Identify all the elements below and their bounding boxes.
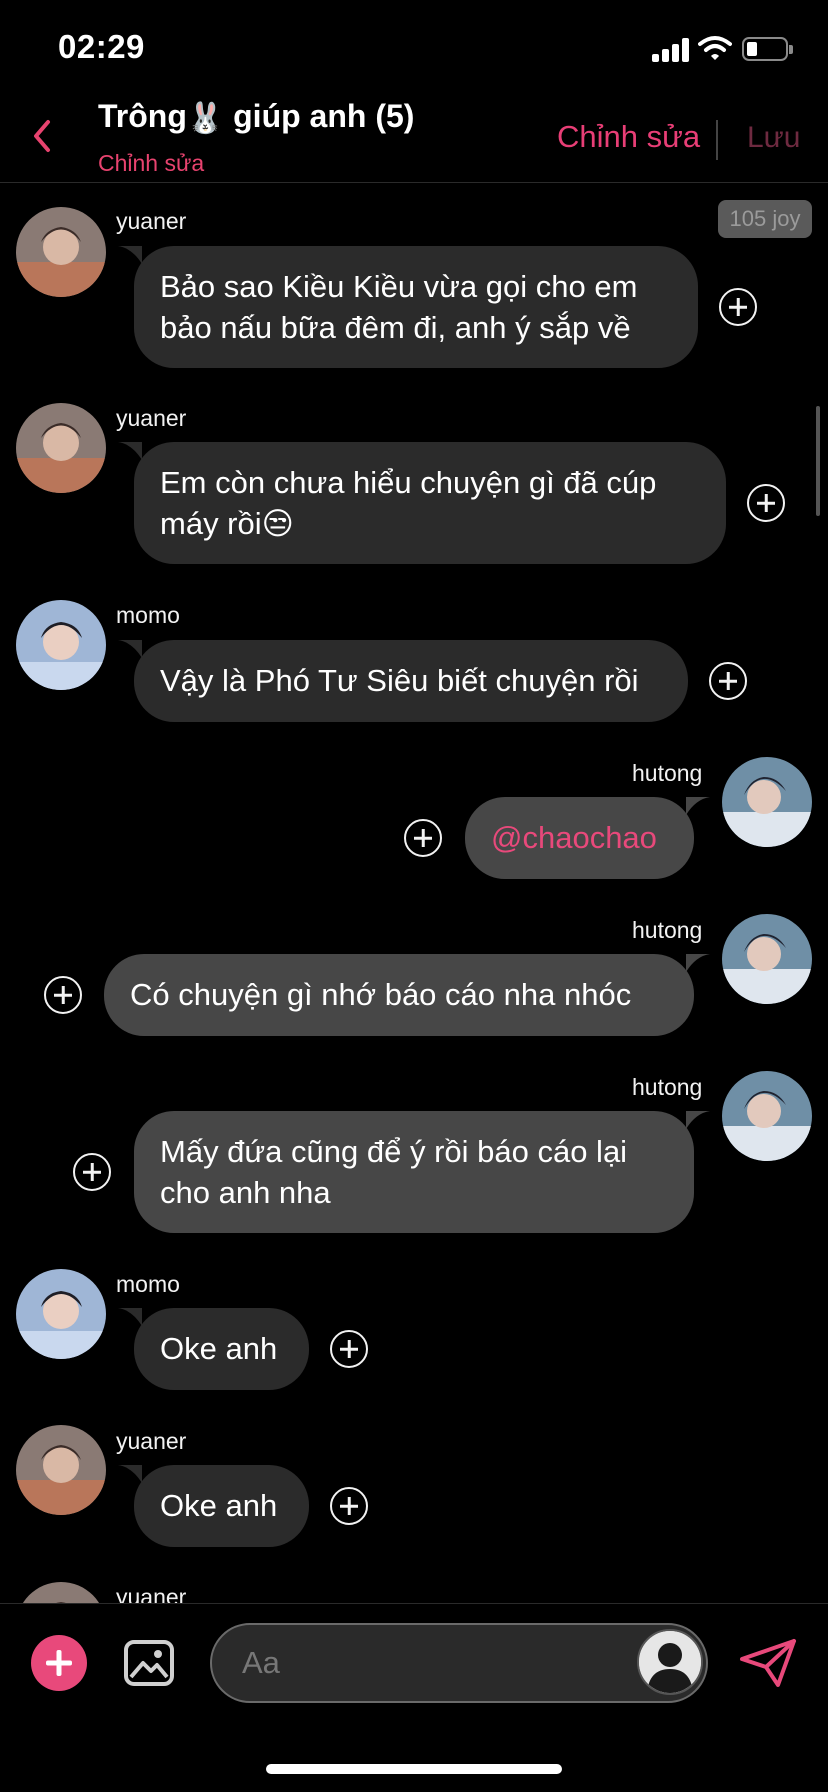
add-reaction-button[interactable] bbox=[747, 484, 785, 522]
battery-icon bbox=[742, 37, 793, 61]
add-reaction-button[interactable] bbox=[330, 1330, 368, 1368]
add-reaction-button[interactable] bbox=[44, 976, 82, 1014]
chat-title: Trông🐰 giúp anh (5) bbox=[98, 98, 414, 136]
header-separator bbox=[0, 182, 828, 183]
send-icon[interactable] bbox=[738, 1637, 798, 1689]
chat-title-suffix: giúp anh (5) bbox=[224, 98, 415, 134]
bubble-tail bbox=[118, 640, 142, 658]
avatar-hutong[interactable] bbox=[722, 914, 812, 1004]
avatar-hutong[interactable] bbox=[722, 1071, 812, 1161]
cellular-signal-icon bbox=[652, 38, 690, 62]
joy-badge: 105 joy bbox=[718, 200, 812, 238]
rabbit-emoji-icon: 🐰 bbox=[186, 102, 225, 136]
back-chevron-icon[interactable] bbox=[30, 116, 54, 156]
bubble-tail bbox=[118, 246, 142, 264]
sender-name: yuaner bbox=[116, 208, 187, 234]
avatar-yuaner[interactable] bbox=[16, 207, 106, 297]
add-reaction-button[interactable] bbox=[330, 1487, 368, 1525]
image-picker-icon[interactable] bbox=[123, 1637, 175, 1689]
sender-name: hutong bbox=[632, 760, 703, 786]
message-bubble[interactable]: Em còn chưa hiểu chuyện gì đã cúp máy rồ… bbox=[134, 442, 726, 564]
avatar-yuaner[interactable] bbox=[16, 1425, 106, 1515]
bubble-tail bbox=[686, 797, 710, 815]
add-attachment-button[interactable] bbox=[31, 1635, 87, 1691]
message-bubble[interactable]: Oke anh bbox=[134, 1308, 309, 1390]
sender-name: momo bbox=[116, 602, 180, 628]
message-bubble[interactable]: Mấy đứa cũng để ý rồi báo cáo lại cho an… bbox=[134, 1111, 694, 1233]
mention-link[interactable]: @chaochao bbox=[491, 820, 657, 855]
home-indicator[interactable] bbox=[266, 1764, 562, 1774]
sender-name: hutong bbox=[632, 1074, 703, 1100]
message-bubble[interactable]: Có chuyện gì nhớ báo cáo nha nhóc bbox=[104, 954, 694, 1036]
message-input[interactable]: Aa bbox=[210, 1623, 708, 1703]
message-bubble[interactable]: Oke anh bbox=[134, 1465, 309, 1547]
message-bubble[interactable]: Vậy là Phó Tư Siêu biết chuyện rồi bbox=[134, 640, 688, 722]
sender-name: yuaner bbox=[116, 1428, 187, 1454]
avatar-hutong[interactable] bbox=[722, 757, 812, 847]
bubble-tail bbox=[118, 1308, 142, 1326]
bubble-tail bbox=[686, 1111, 710, 1129]
avatar-momo[interactable] bbox=[16, 600, 106, 690]
add-reaction-button[interactable] bbox=[719, 288, 757, 326]
composer-separator bbox=[0, 1603, 828, 1604]
bubble-tail bbox=[118, 1465, 142, 1483]
sender-name: yuaner bbox=[116, 405, 187, 431]
bubble-tail bbox=[118, 442, 142, 460]
header-divider bbox=[716, 120, 718, 160]
avatar-momo[interactable] bbox=[16, 1269, 106, 1359]
sender-name: hutong bbox=[632, 917, 703, 943]
save-button[interactable]: Lưu bbox=[747, 121, 800, 155]
edit-button[interactable]: Chỉnh sửa bbox=[557, 119, 700, 155]
chat-title-prefix: Trông bbox=[98, 98, 187, 134]
chat-subtitle-edit-link[interactable]: Chỉnh sửa bbox=[98, 150, 204, 177]
add-reaction-button[interactable] bbox=[73, 1153, 111, 1191]
status-time: 02:29 bbox=[58, 28, 145, 65]
sender-name: momo bbox=[116, 1271, 180, 1297]
message-input-placeholder: Aa bbox=[242, 1645, 280, 1680]
scroll-indicator[interactable] bbox=[816, 406, 820, 516]
bubble-tail bbox=[686, 954, 710, 972]
add-reaction-button[interactable] bbox=[709, 662, 747, 700]
message-bubble[interactable]: @chaochao bbox=[465, 797, 694, 879]
add-reaction-button[interactable] bbox=[404, 819, 442, 857]
avatar-yuaner[interactable] bbox=[16, 403, 106, 493]
wifi-icon bbox=[698, 34, 732, 62]
character-avatar-icon[interactable] bbox=[637, 1629, 703, 1695]
message-bubble[interactable]: Bảo sao Kiều Kiều vừa gọi cho em bảo nấu… bbox=[134, 246, 698, 368]
